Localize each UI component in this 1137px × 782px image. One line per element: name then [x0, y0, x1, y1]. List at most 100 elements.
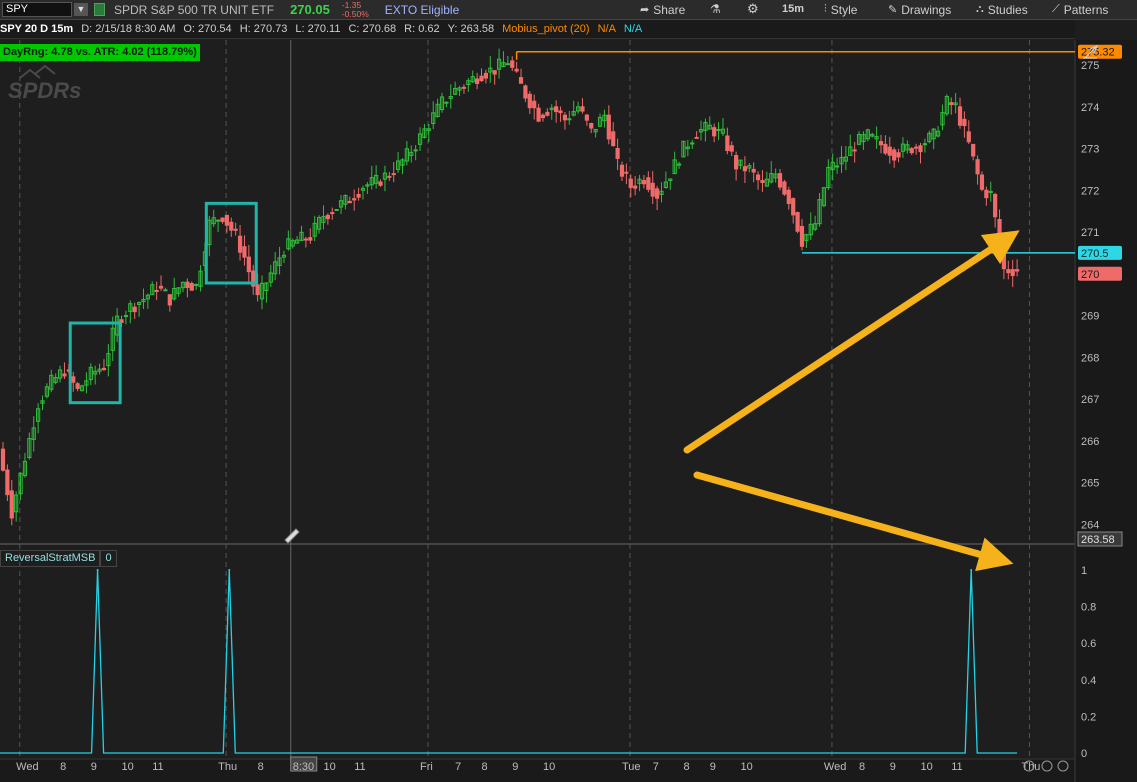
candle-body — [194, 284, 199, 287]
x-tick-label: 7 — [653, 761, 659, 773]
candle-body — [966, 131, 971, 143]
candle-body — [795, 212, 800, 232]
candle-body — [962, 118, 967, 127]
y-tick-label: 269 — [1081, 311, 1099, 323]
candle-body — [922, 143, 927, 146]
x-tick-label: 9 — [890, 761, 896, 773]
candle-body — [163, 289, 168, 292]
candle-body — [505, 63, 510, 66]
candle-body — [562, 114, 568, 121]
candle-body — [545, 111, 550, 116]
candle-body — [777, 173, 783, 188]
candle-body — [729, 145, 734, 152]
candle-body — [303, 238, 309, 241]
x-tick-label: 11 — [951, 761, 962, 773]
candle-body — [984, 189, 989, 199]
y-tick-label: 271 — [1081, 227, 1099, 239]
x-tick-label: 8 — [482, 761, 488, 773]
candle-body — [9, 490, 14, 519]
candle-body — [852, 149, 857, 152]
candle-body — [558, 110, 563, 114]
candle-body — [347, 200, 352, 204]
candle-body — [1014, 269, 1020, 272]
x-tick-label: 9 — [512, 761, 518, 773]
candle-body — [391, 173, 396, 176]
candle-body — [532, 100, 537, 109]
candle-body — [518, 77, 524, 84]
candle-body — [835, 165, 840, 168]
dayrng-label: DayRng: 4.78 vs. ATR: 4.02 (118.79%) — [0, 44, 200, 61]
y-tick-label: 267 — [1081, 394, 1099, 406]
candle-body — [308, 237, 313, 241]
candle-body — [633, 185, 638, 189]
lower-study-value: 0 — [100, 550, 117, 567]
candle-body — [413, 149, 418, 152]
y-tick-label: 273 — [1081, 144, 1099, 156]
candle-body — [387, 175, 392, 178]
candle-body — [725, 135, 730, 152]
candle-body — [716, 128, 721, 131]
x-tick-label: Tue — [622, 761, 641, 773]
candle-body — [523, 85, 528, 99]
x-tick-label: 10 — [122, 761, 134, 773]
price-chart[interactable]: SPDRs 264 265 266 267 268 269 270 271 272 273 274 27… — [0, 0, 1137, 782]
candle-body — [475, 78, 480, 84]
candle-body — [356, 193, 361, 198]
candle-body — [1006, 269, 1011, 274]
indicator-spike-point — [970, 569, 973, 571]
candle-body — [755, 174, 761, 181]
lower-study-header: ReversalStratMSB 0 — [0, 550, 117, 567]
candle-body — [650, 182, 655, 197]
lower-y-tick-label: 1 — [1081, 565, 1087, 577]
candle-body — [242, 246, 247, 258]
candle-body — [615, 148, 620, 159]
x-tick-label: 8:30 — [293, 761, 314, 773]
candle-body — [444, 101, 449, 104]
candle-body — [1010, 269, 1015, 276]
candle-body — [189, 283, 194, 291]
candle-body — [352, 198, 357, 201]
y-tick-label: 275 — [1081, 60, 1099, 72]
candle-body — [492, 70, 497, 75]
candle-body — [799, 225, 805, 247]
candle-body — [330, 212, 335, 215]
y-tick-label: 272 — [1081, 185, 1099, 197]
candle-body — [132, 306, 137, 313]
candle-body — [988, 190, 993, 193]
candle-body — [0, 448, 6, 471]
candle-body — [325, 214, 330, 220]
watermark-logo: SPDRs — [8, 78, 81, 103]
x-tick-label: 11 — [152, 761, 163, 773]
candle-body — [154, 290, 159, 292]
candle-body — [62, 373, 67, 377]
x-tick-label: 8 — [60, 761, 66, 773]
candle-body — [237, 235, 243, 253]
candle-body — [167, 294, 172, 306]
lower-study-name[interactable]: ReversalStratMSB — [0, 550, 101, 567]
candle-body — [123, 315, 129, 318]
x-tick-label: 10 — [741, 761, 753, 773]
candle-body — [619, 164, 625, 177]
indicator-spike-point — [96, 569, 99, 571]
candle-body — [510, 60, 515, 68]
candle-body — [883, 143, 888, 154]
y-tick-label: 264 — [1081, 519, 1099, 531]
candle-body — [334, 208, 339, 211]
lower-y-tick-label: 0.2 — [1081, 711, 1096, 723]
candle-body — [527, 93, 532, 109]
candle-body — [580, 106, 585, 112]
candle-body — [712, 127, 717, 137]
y-tick-label: 274 — [1081, 102, 1099, 114]
candle-body — [909, 148, 914, 154]
y-tick-label: 265 — [1081, 478, 1099, 490]
candle-body — [71, 376, 76, 383]
candle-body — [378, 181, 383, 186]
support-price-label: 270.5 — [1081, 248, 1109, 260]
candle-body — [220, 217, 225, 222]
candle-body — [646, 177, 651, 190]
candle-body — [224, 214, 229, 226]
candle-body — [584, 114, 589, 121]
y-tick-label: 266 — [1081, 436, 1099, 448]
candle-body — [896, 152, 901, 158]
candle-body — [606, 114, 611, 140]
